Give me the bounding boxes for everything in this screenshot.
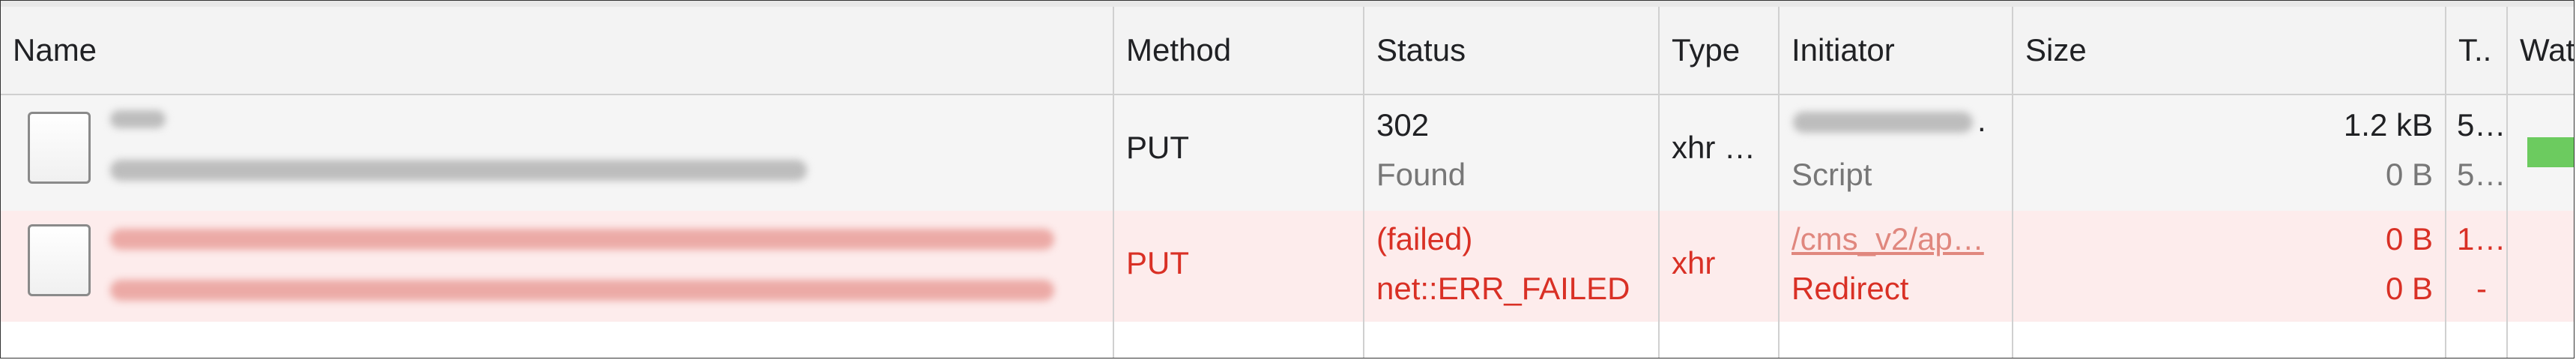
initiator-type: Redirect	[1792, 271, 1909, 306]
status-code: 302	[1376, 107, 1430, 142]
column-header-size-label: Size	[2025, 32, 2087, 68]
table-empty-area	[1, 322, 2574, 358]
size-resource: 0 B	[2385, 157, 2433, 192]
column-header-size[interactable]: Size	[2013, 7, 2446, 94]
column-header-status[interactable]: Status	[1364, 7, 1660, 94]
network-request-table: Name Method Status Type Initiator Size T…	[0, 0, 2575, 358]
redacted-request-path	[110, 160, 807, 181]
time-cell: 5… 5…	[2446, 95, 2508, 211]
size-resource: 0 B	[2385, 271, 2433, 306]
column-divider[interactable]	[2445, 7, 2446, 358]
status-text: net::ERR_FAILED	[1376, 271, 1630, 306]
column-header-name[interactable]: Name	[1, 7, 1114, 94]
size-transferred: 0 B	[2385, 221, 2433, 256]
status-code: (failed)	[1376, 221, 1473, 256]
table-row[interactable]: PUT (failed) net::ERR_FAILED xhr /cms_v2…	[1, 211, 2574, 322]
column-header-type[interactable]: Type	[1660, 7, 1780, 94]
table-row[interactable]: PUT 302 Found xhr … . Script 1.2 kB 0 B …	[1, 95, 2574, 211]
column-divider[interactable]	[1113, 7, 1114, 358]
column-divider[interactable]	[1363, 7, 1364, 358]
time-total: 5…	[2457, 107, 2506, 142]
status-cell: 302 Found	[1364, 95, 1660, 211]
method-value: PUT	[1126, 245, 1189, 280]
column-header-method-label: Method	[1126, 32, 1232, 68]
column-divider[interactable]	[1658, 7, 1660, 358]
initiator-type: Script	[1792, 157, 1872, 192]
size-transferred: 1.2 kB	[2343, 107, 2433, 142]
column-header-initiator-label: Initiator	[1792, 32, 1895, 68]
status-text: Found	[1376, 157, 1466, 192]
redacted-request-name	[110, 229, 1054, 250]
type-cell: xhr …	[1660, 95, 1780, 211]
request-type-icon	[28, 224, 91, 296]
time-latency: 5…	[2457, 157, 2506, 192]
method-cell: PUT	[1114, 211, 1364, 322]
initiator-link[interactable]: /cms_v2/ap…	[1792, 221, 2006, 257]
column-header-waterfall[interactable]: Wat	[2508, 7, 2575, 94]
column-divider[interactable]	[1778, 7, 1780, 358]
column-header-status-label: Status	[1376, 32, 1466, 68]
redacted-request-name	[110, 110, 166, 128]
redacted-request-path	[110, 280, 1054, 301]
time-cell: 1… -	[2446, 211, 2508, 322]
column-header-time[interactable]: T..	[2446, 7, 2508, 94]
initiator-ellipsis: .	[1977, 103, 1986, 138]
initiator-cell[interactable]: /cms_v2/ap… Redirect	[1780, 211, 2013, 322]
column-divider[interactable]	[2012, 7, 2013, 358]
status-cell: (failed) net::ERR_FAILED	[1364, 211, 1660, 322]
column-header-method[interactable]: Method	[1114, 7, 1364, 94]
column-divider[interactable]	[2506, 7, 2508, 358]
column-header-type-label: Type	[1672, 32, 1741, 68]
type-value: xhr …	[1672, 130, 1756, 165]
column-header-time-label: T..	[2458, 32, 2492, 68]
type-cell: xhr	[1660, 211, 1780, 322]
request-type-icon	[28, 112, 91, 184]
time-latency: -	[2476, 271, 2487, 306]
method-cell: PUT	[1114, 95, 1364, 211]
column-header-waterfall-label: Wat	[2520, 32, 2575, 68]
time-total: 1…	[2457, 221, 2506, 256]
type-value: xhr	[1672, 245, 1716, 280]
waterfall-timing-bar[interactable]	[2527, 137, 2574, 167]
method-value: PUT	[1126, 130, 1189, 165]
column-header-initiator[interactable]: Initiator	[1780, 7, 2013, 94]
redacted-initiator	[1793, 112, 1973, 133]
initiator-cell[interactable]: . Script	[1780, 95, 2013, 211]
column-header-name-label: Name	[13, 32, 97, 68]
size-cell: 1.2 kB 0 B	[2013, 95, 2446, 211]
size-cell: 0 B 0 B	[2013, 211, 2446, 322]
